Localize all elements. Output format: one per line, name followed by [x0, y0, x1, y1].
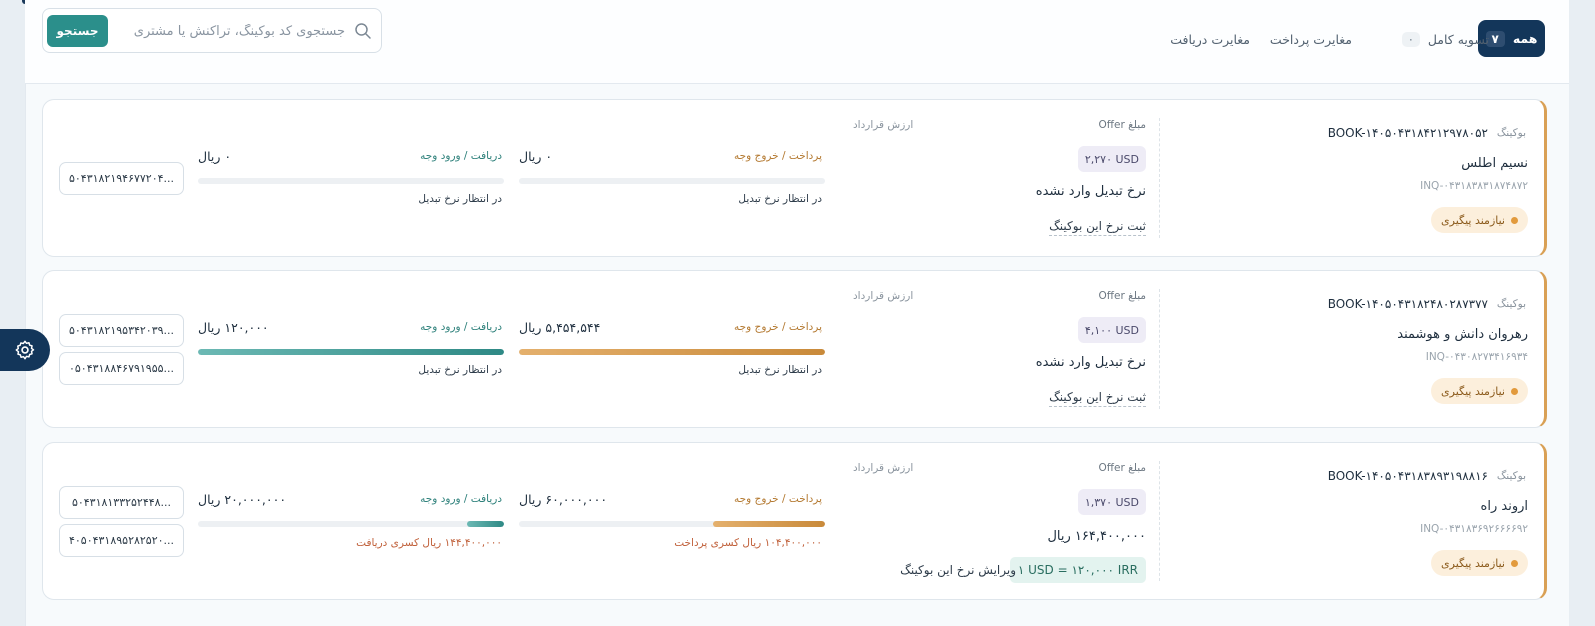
transaction-ref-chip[interactable]: ۵۰۴۳۱۸۲۱۹۴۶۷۷۲۰۴... — [59, 162, 184, 195]
tab-payment-mismatch-label: مغایرت پرداخت — [1269, 31, 1352, 47]
payment-amount: ۶۰,۰۰۰,۰۰۰ ریال — [519, 492, 608, 507]
payment-out-label: پرداخت / خروج وجه — [734, 493, 822, 505]
receipt-amount: ۲۰,۰۰۰,۰۰۰ ریال — [198, 492, 287, 507]
status-dot — [1511, 559, 1518, 567]
divider — [1159, 461, 1160, 581]
status-badge: نیازمند پیگیری — [1431, 378, 1528, 404]
offer-amount-label: مبلغ Offer — [1098, 462, 1146, 474]
receipt-in-label: دریافت / ورود وجه — [420, 493, 502, 505]
gear-icon — [15, 340, 35, 360]
payment-progress-bar — [519, 349, 825, 355]
tab-payment-mismatch[interactable]: مغایرت پرداخت — [1270, 28, 1352, 50]
set-rate-link[interactable]: ثبت نرخ این بوکینگ — [1049, 219, 1146, 236]
payment-note: در انتظار نرخ تبدیل — [738, 193, 822, 205]
booking-label: بوکینگ — [1496, 298, 1526, 310]
contract-rial-amount: ۱۶۴,۴۰۰,۰۰۰ ریال — [1047, 529, 1146, 544]
customer-name: اروند راه — [1480, 499, 1528, 514]
status-badge: نیازمند پیگیری — [1431, 207, 1528, 233]
edit-rate-link[interactable]: ویرایش نرخ این بوکینگ — [900, 563, 1016, 577]
tab-settled-label: تسویه کامل — [1427, 31, 1489, 47]
booking-card[interactable]: بوکینگ BOOK-۱۴۰۵۰۴۳۱۸۳۸۹۳۱۹۸۸۱۶ اروند را… — [42, 442, 1547, 600]
settings-button[interactable] — [0, 329, 50, 371]
status-dot — [1511, 216, 1518, 224]
status-badge-label: نیازمند پیگیری — [1441, 213, 1505, 227]
offer-amount-label: مبلغ Offer — [1098, 290, 1146, 302]
booking-label: بوکینگ — [1496, 127, 1526, 139]
search-icon — [355, 23, 371, 39]
receipt-in-label: دریافت / ورود وجه — [420, 150, 502, 162]
offer-usd-pill: ۱,۳۷۰ USD — [1077, 489, 1146, 515]
receipt-amount: ۱۲۰,۰۰۰ ریال — [198, 320, 269, 335]
offer-amount-label: مبلغ Offer — [1098, 119, 1146, 131]
inquiry-code: INQ-۰۴۳۰۸۲۷۳۴۱۶۹۳۴ — [1425, 351, 1528, 363]
transaction-ref-chip[interactable]: ۰۵۰۴۳۱۸۸۴۶۷۹۱۹۵۵... — [59, 352, 184, 385]
tab-receipt-mismatch-label: مغایرت دریافت — [1170, 31, 1250, 47]
tab-settled[interactable]: تسویه کامل ۰ — [1401, 28, 1489, 50]
tab-receipt-mismatch[interactable]: مغایرت دریافت — [1170, 28, 1250, 50]
booking-code[interactable]: BOOK-۱۴۰۵۰۴۳۱۸۲۴۸۰۲۸۷۳۷۷ — [1328, 297, 1488, 311]
rate-not-set-text: نرخ تبدیل وارد نشده — [1035, 184, 1146, 199]
contract-value-label: ارزش قرارداد — [853, 290, 914, 302]
booking-label: بوکینگ — [1496, 470, 1526, 482]
receipt-note: در انتظار نرخ تبدیل — [418, 364, 502, 376]
status-dot — [1511, 387, 1518, 395]
tab-settled-count: ۰ — [1401, 31, 1420, 47]
divider — [1159, 118, 1160, 238]
receipt-note: ۱۴۴,۴۰۰,۰۰۰ ریال کسری دریافت — [356, 537, 502, 549]
booking-code[interactable]: BOOK-۱۴۰۵۰۴۳۱۸۳۸۹۳۱۹۸۸۱۶ — [1328, 469, 1488, 483]
customer-name: نسیم اطلس — [1461, 156, 1528, 171]
set-rate-link[interactable]: ثبت نرخ این بوکینگ — [1049, 390, 1146, 407]
offer-usd-pill: ۴,۱۰۰ USD — [1077, 317, 1146, 343]
exchange-rate-pill: ۱ USD = ۱۲۰,۰۰۰ IRR — [1009, 557, 1146, 583]
divider — [1159, 289, 1160, 409]
contract-value-label: ارزش قرارداد — [853, 462, 914, 474]
status-badge-label: نیازمند پیگیری — [1441, 556, 1505, 570]
payment-amount: ۵,۴۵۴,۵۴۴ ریال — [519, 320, 601, 335]
receipt-progress-bar — [198, 349, 504, 355]
payment-progress-bar — [519, 521, 825, 527]
status-badge: نیازمند پیگیری — [1431, 550, 1528, 576]
receipt-progress-fill — [466, 521, 504, 527]
tab-all-label: همه — [1512, 31, 1538, 46]
booking-card[interactable]: بوکینگ BOOK-۱۴۰۵۰۴۳۱۸۴۲۱۲۹۷۸۰۵۲ نسیم اطل… — [42, 99, 1547, 257]
search-button[interactable]: جستجو — [47, 15, 108, 47]
payment-progress-fill — [519, 349, 825, 355]
receipt-progress-bar — [198, 521, 504, 527]
receipt-in-label: دریافت / ورود وجه — [420, 321, 502, 333]
search-box: جستجو — [42, 8, 382, 53]
left-edge — [0, 0, 28, 626]
payment-out-label: پرداخت / خروج وجه — [734, 150, 822, 162]
payment-note: ۱۰۴,۴۰۰,۰۰۰ ریال کسری پرداخت — [674, 537, 822, 549]
payment-note: در انتظار نرخ تبدیل — [738, 364, 822, 376]
customer-name: رهروان دانش و هوشمند — [1397, 327, 1528, 342]
receipt-note: در انتظار نرخ تبدیل — [418, 193, 502, 205]
payment-progress-fill — [713, 521, 825, 527]
search-input[interactable] — [115, 17, 345, 45]
receipt-progress-bar — [198, 178, 504, 184]
status-badge-label: نیازمند پیگیری — [1441, 384, 1505, 398]
transaction-ref-chip[interactable]: ۴۰۵۰۴۳۱۸۹۵۲۸۲۵۲۰... — [59, 524, 184, 557]
payment-amount: ۰ ریال — [519, 149, 553, 164]
receipt-amount: ۰ ریال — [198, 149, 232, 164]
booking-code[interactable]: BOOK-۱۴۰۵۰۴۳۱۸۴۲۱۲۹۷۸۰۵۲ — [1328, 126, 1488, 140]
offer-usd-pill: ۲,۲۷۰ USD — [1077, 146, 1146, 172]
payment-out-label: پرداخت / خروج وجه — [734, 321, 822, 333]
contract-value-label: ارزش قرارداد — [853, 119, 914, 131]
payment-progress-bar — [519, 178, 825, 184]
transaction-ref-chip[interactable]: ۵۰۴۳۱۸۱۳۳۲۵۲۴۴۸... — [59, 486, 184, 519]
receipt-progress-fill — [198, 349, 504, 355]
booking-card[interactable]: بوکینگ BOOK-۱۴۰۵۰۴۳۱۸۲۴۸۰۲۸۷۳۷۷ رهروان د… — [42, 270, 1547, 428]
inquiry-code: INQ-۰۴۳۱۸۳۸۳۱۸۷۴۸۷۲ — [1420, 180, 1528, 192]
rate-not-set-text: نرخ تبدیل وارد نشده — [1035, 355, 1146, 370]
transaction-ref-chip[interactable]: ۵۰۴۳۱۸۲۱۹۵۳۴۲۰۳۹... — [59, 314, 184, 347]
inquiry-code: INQ-۰۴۳۱۸۳۶۹۲۶۶۶۶۹۲ — [1420, 523, 1528, 535]
right-edge — [1569, 0, 1595, 626]
